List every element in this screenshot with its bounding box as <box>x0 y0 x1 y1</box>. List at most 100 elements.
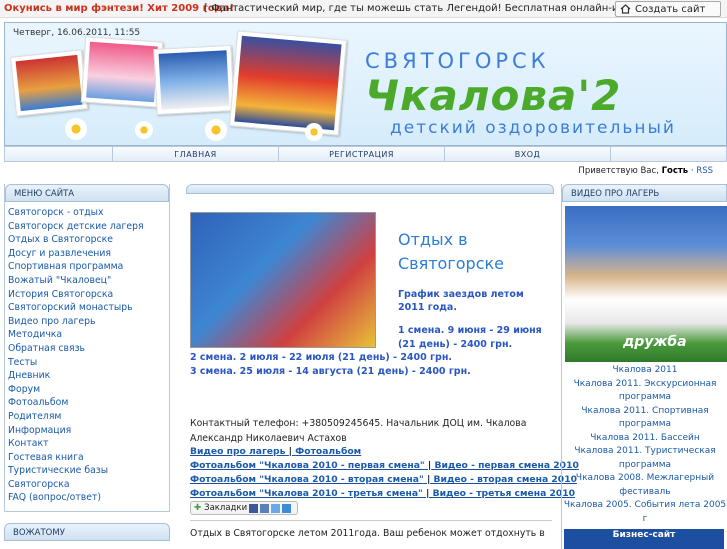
shift-3: 3 смена. 25 июля - 14 августа (21 день) … <box>190 366 471 377</box>
video-shift3-link[interactable]: Видео - третья смена 2010 <box>433 488 575 499</box>
share-icon[interactable] <box>260 503 270 513</box>
nav-register[interactable]: РЕГИСТРАЦИЯ <box>279 147 445 161</box>
nav-login[interactable]: ВХОД <box>445 147 611 161</box>
ad-text[interactable]: [ Фантастический мир, где ты можешь стат… <box>204 3 647 14</box>
daisy-decoration <box>305 123 323 141</box>
nav-home[interactable]: ГЛАВНАЯ <box>113 147 279 161</box>
nav-spacer-left <box>5 147 113 161</box>
menu-item[interactable]: Обратная связь <box>8 342 169 356</box>
schedule-title: График заездов летом 2011 года. <box>398 289 524 313</box>
nav-spacer-right <box>611 147 726 161</box>
link-row-1: Видео про лагерь | Фотоальбом <box>190 446 361 457</box>
menu-item[interactable]: Отдых в Святогорске <box>8 233 169 247</box>
menu-item[interactable]: Святогорск детские лагеря <box>8 220 169 234</box>
create-site-button[interactable]: Создать сайт <box>615 1 721 17</box>
menu-item[interactable]: Святогорск - отдых <box>8 206 169 220</box>
photoalbum-link[interactable]: Фотоальбом <box>295 446 361 457</box>
menu-item[interactable]: FAQ (вопрос/ответ) <box>8 491 169 505</box>
counselor-title: ВОЖАТОМУ <box>4 523 170 541</box>
header-photo-1 <box>10 49 88 117</box>
link-row-4: Фотоальбом "Чкалова 2010 - третья смена"… <box>190 488 575 499</box>
bookmarks-label: Закладки <box>204 503 248 513</box>
header-photo-2 <box>80 36 164 108</box>
video-link[interactable]: Чкалова 2011. Туристическая программа <box>562 445 727 472</box>
share-icon[interactable] <box>271 503 281 513</box>
video-link[interactable]: Чкалова 2011. Экскурсионная программа <box>562 378 727 405</box>
menu-item[interactable]: Видео про лагерь <box>8 315 169 329</box>
site-menu: Святогорск - отдых Святогорск детские ла… <box>5 202 169 505</box>
menu-title: МЕНЮ САЙТА <box>5 184 169 202</box>
greeting-user: Гость <box>661 166 689 176</box>
menu-item[interactable]: Гостевая книга <box>8 451 169 465</box>
separator: | <box>427 460 432 471</box>
shift-2: 2 смена. 2 июля - 22 июля (21 день) - 24… <box>190 352 452 363</box>
menu-item[interactable]: Контакт <box>8 437 169 451</box>
menu-item[interactable]: Туристические базы Святогорска <box>8 464 169 491</box>
main-nav: ГЛАВНАЯ РЕГИСТРАЦИЯ ВХОД <box>4 146 727 162</box>
menu-item[interactable]: Вожатый "Чкаловец" <box>8 274 169 288</box>
header-photo-3 <box>153 45 235 115</box>
camp-group-photo <box>190 212 376 348</box>
header-subtitle: детский оздоровительный <box>390 118 676 138</box>
current-date: Четверг, 16.06.2011, 11:55 <box>13 28 141 38</box>
menu-item[interactable]: Информация <box>8 424 169 438</box>
create-site-label: Создать сайт <box>635 3 706 15</box>
daisy-decoration <box>135 121 153 139</box>
top-ad-bar: Окунись в мир фэнтези! Хит 2009 года! [ … <box>0 0 727 18</box>
photo-shift3-link[interactable]: Фотоальбом "Чкалова 2010 - третья смена" <box>190 488 423 499</box>
video-shift1-link[interactable]: Видео - первая смена 2010 <box>434 460 578 471</box>
content-header-bar <box>186 184 554 194</box>
menu-item[interactable]: История Святогорска <box>8 288 169 302</box>
menu-item[interactable]: Методичка <box>8 328 169 342</box>
separator: | <box>426 474 431 485</box>
daisy-decoration <box>65 118 87 140</box>
greeting-prefix: Приветствую Вас, <box>578 166 659 176</box>
video-box-title: ВИДЕО ПРО ЛАГЕРЬ <box>562 184 727 202</box>
menu-item[interactable]: Спортивная программа <box>8 260 169 274</box>
menu-item[interactable]: Святогорский монастырь <box>8 301 169 315</box>
video-link[interactable]: Чкалова 2011. Бассейн <box>562 432 727 446</box>
rss-link[interactable]: RSS <box>696 166 713 176</box>
menu-item[interactable]: Форум <box>8 383 169 397</box>
share-icon[interactable] <box>282 503 292 513</box>
photo-shift1-link[interactable]: Фотоальбом "Чкалова 2010 - первая смена" <box>190 460 425 471</box>
header-camp-name: Чкалова'2 <box>365 71 622 120</box>
menu-item[interactable]: Досуг и развлечения <box>8 247 169 261</box>
video-link[interactable]: Чкалова 2005. События лета 2005 г <box>562 499 727 526</box>
header-city: СВЯТОГОРСК <box>365 49 550 73</box>
link-row-2: Фотоальбом "Чкалова 2010 - первая смена"… <box>190 460 579 471</box>
bookmarks-button[interactable]: ✚ Закладки <box>190 501 298 515</box>
video-about-link[interactable]: Видео про лагерь <box>190 446 285 457</box>
video-link[interactable]: Чкалова 2011. Спортивная программа <box>562 405 727 432</box>
link-row-3: Фотоальбом "Чкалова 2010 - вторая смена"… <box>190 474 577 485</box>
menu-item[interactable]: Дневник <box>8 369 169 383</box>
contact-info: Контактный телефон: +380509245645. Начал… <box>190 418 527 444</box>
house-icon <box>620 4 631 14</box>
video-links: Чкалова 2011 Чкалова 2011. Экскурсионная… <box>562 364 727 526</box>
separator: | <box>288 446 292 457</box>
shift-1: 1 смена. 9 июня - 29 июня (21 день) - 24… <box>398 325 542 350</box>
video-link[interactable]: Чкалова 2008. Межлагерный фестиваль <box>562 472 727 499</box>
photo-caption: дружба <box>623 334 687 350</box>
video-shift2-link[interactable]: Видео - вторая смена 2010 <box>434 474 577 485</box>
main-content: Отдых в Святогорске График заездов летом… <box>186 208 579 548</box>
divider <box>190 520 552 521</box>
menu-item[interactable]: Родителям <box>8 410 169 424</box>
ad-link[interactable]: Окунись в мир фэнтези! Хит 2009 года! <box>4 3 234 14</box>
counselor-box: ВОЖАТОМУ <box>4 523 170 547</box>
daisy-decoration <box>205 119 227 141</box>
share-icon[interactable] <box>249 503 259 513</box>
page-title: Отдых в Святогорске <box>398 230 504 273</box>
intro-text: Отдых в Святогорске летом 2011года. Ваш … <box>190 528 545 539</box>
video-thumbnail[interactable]: дружба <box>565 206 727 362</box>
menu-item[interactable]: Фотоальбом <box>8 396 169 410</box>
video-link[interactable]: Чкалова 2011 <box>562 364 727 378</box>
left-sidebar: МЕНЮ САЙТА Святогорск - отдых Святогорск… <box>4 184 170 512</box>
photo-shift2-link[interactable]: Фотоальбом "Чкалова 2010 - вторая смена" <box>190 474 424 485</box>
site-header: Четверг, 16.06.2011, 11:55 СВЯТОГОРСК Чк… <box>4 22 727 146</box>
right-sidebar: ВИДЕО ПРО ЛАГЕРЬ дружба Чкалова 2011 Чка… <box>561 184 727 549</box>
greeting: Приветствую Вас, Гость · RSS <box>578 166 713 176</box>
separator: | <box>426 488 430 499</box>
menu-item[interactable]: Тесты <box>8 356 169 370</box>
business-site-banner[interactable]: Бизнес-сайт <box>564 529 724 549</box>
